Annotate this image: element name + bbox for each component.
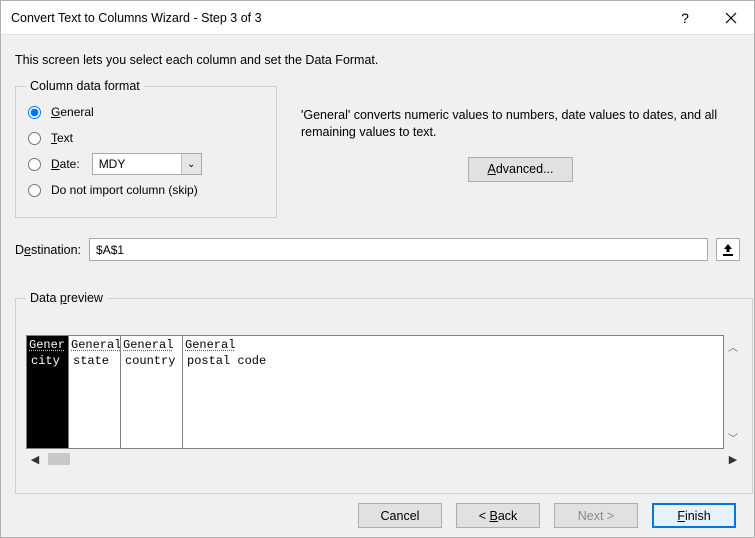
advanced-button[interactable]: Advanced... — [468, 157, 572, 182]
preview-cell-2[interactable]: state — [69, 353, 121, 448]
column-data-format-group: Column data format General Text Date: MD… — [15, 79, 277, 218]
date-format-select[interactable]: MDY ⌄ — [92, 153, 202, 175]
radio-text-input[interactable] — [28, 132, 41, 145]
cancel-button[interactable]: Cancel — [358, 503, 442, 528]
radio-skip[interactable]: Do not import column (skip) — [26, 177, 266, 203]
preview-header-2[interactable]: General — [69, 336, 121, 353]
radio-skip-label: Do not import column (skip) — [51, 183, 198, 197]
dialog-content: This screen lets you select each column … — [1, 35, 754, 494]
preview-header-row: Gener General General General — [26, 335, 724, 353]
close-button[interactable] — [708, 1, 754, 35]
scroll-left-icon: ◀ — [26, 451, 44, 467]
dialog-footer: Cancel < Back Next > Finish — [1, 494, 754, 537]
collapse-dialog-icon — [722, 243, 734, 257]
radio-general-label: General — [51, 105, 94, 119]
title-bar: Convert Text to Columns Wizard - Step 3 … — [1, 1, 754, 35]
format-legend: Column data format — [26, 79, 144, 93]
data-preview-group: Data preview Gener General General Gener… — [15, 291, 753, 494]
scroll-thumb[interactable] — [48, 453, 70, 465]
format-description: 'General' converts numeric values to num… — [301, 107, 740, 141]
scroll-down-icon: ﹀ — [728, 430, 738, 445]
finish-button[interactable]: Finish — [652, 503, 736, 528]
destination-label: Destination: — [15, 243, 81, 257]
preview-vertical-scrollbar[interactable]: ︿ ﹀ — [724, 335, 742, 449]
preview-cell-4[interactable]: postal code — [183, 353, 723, 448]
close-icon — [725, 12, 737, 24]
wizard-dialog: Convert Text to Columns Wizard - Step 3 … — [0, 0, 755, 538]
radio-general[interactable]: General — [26, 99, 266, 125]
window-title: Convert Text to Columns Wizard - Step 3 … — [11, 11, 262, 25]
radio-skip-input[interactable] — [28, 184, 41, 197]
radio-text[interactable]: Text — [26, 125, 266, 151]
radio-date[interactable]: Date: MDY ⌄ — [26, 151, 266, 177]
preview-header-4[interactable]: General — [183, 336, 723, 353]
radio-text-label: Text — [51, 131, 73, 145]
format-description-area: 'General' converts numeric values to num… — [301, 79, 740, 182]
preview-body: city state country postal code — [26, 353, 724, 449]
preview-legend: Data preview — [26, 291, 107, 305]
range-picker-button[interactable] — [716, 238, 740, 261]
preview-cell-1[interactable]: city — [27, 353, 69, 448]
radio-date-label: Date: — [51, 157, 80, 171]
date-format-value: MDY — [99, 157, 126, 171]
chevron-down-icon: ⌄ — [181, 154, 201, 174]
scroll-right-icon: ▶ — [724, 451, 742, 467]
intro-text: This screen lets you select each column … — [15, 53, 740, 67]
preview-header-1[interactable]: Gener — [27, 336, 69, 353]
radio-date-input[interactable] — [28, 158, 41, 171]
preview-cell-3[interactable]: country — [121, 353, 183, 448]
help-button[interactable]: ? — [662, 1, 708, 35]
back-button[interactable]: < Back — [456, 503, 540, 528]
scroll-up-icon: ︿ — [728, 339, 738, 354]
preview-horizontal-scrollbar[interactable]: ◀ ▶ — [26, 449, 742, 467]
next-button: Next > — [554, 503, 638, 528]
destination-input[interactable] — [89, 238, 708, 261]
preview-header-3[interactable]: General — [121, 336, 183, 353]
radio-general-input[interactable] — [28, 106, 41, 119]
